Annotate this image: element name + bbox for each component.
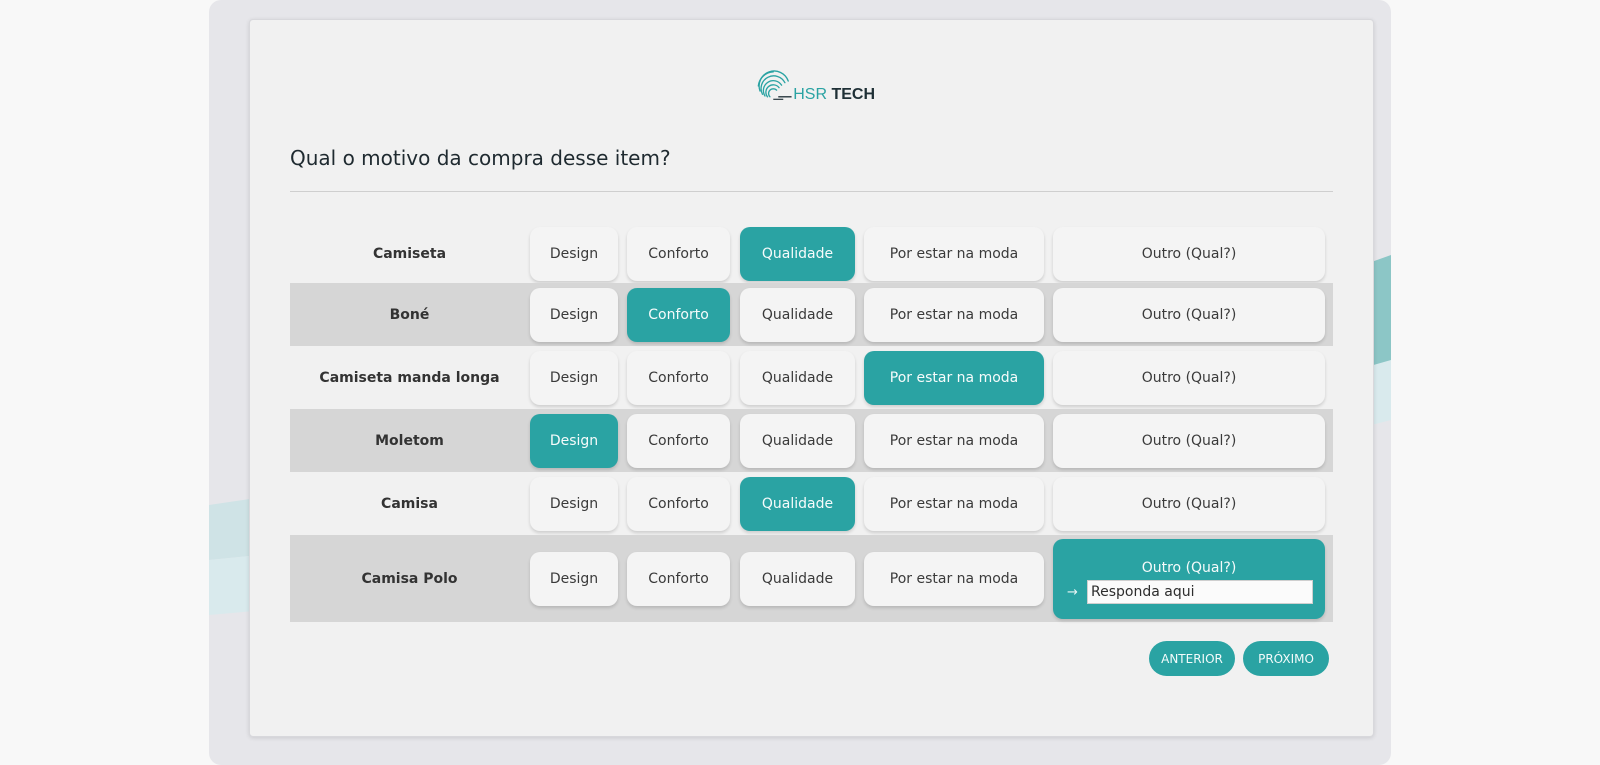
option-design-button[interactable]: Design: [530, 552, 618, 606]
option-moda-button[interactable]: Por estar na moda: [864, 477, 1044, 531]
option-outro-button[interactable]: Outro (Qual?): [1053, 351, 1325, 405]
option-moda-button[interactable]: Por estar na moda: [864, 552, 1044, 606]
row-label: Camiseta: [372, 245, 447, 262]
next-button[interactable]: PRÓXIMO: [1243, 641, 1329, 676]
option-outro-button[interactable]: Outro (Qual?) →: [1053, 539, 1325, 619]
option-conforto-button[interactable]: Conforto: [627, 227, 730, 281]
option-qualidade-button[interactable]: Qualidade: [740, 288, 855, 342]
logo-hsr-text: HSR: [793, 86, 827, 103]
matrix-row: Camisa Design Conforto Qualidade Por estar n…: [290, 472, 1333, 535]
option-label: Outro (Qual?): [1141, 560, 1237, 576]
option-design-button[interactable]: Design: [530, 351, 618, 405]
option-moda-button[interactable]: Por estar na moda: [864, 288, 1044, 342]
matrix-row: Camiseta Design Conforto Qualidade Por estar…: [290, 224, 1333, 283]
option-qualidade-button[interactable]: Qualidade: [740, 351, 855, 405]
logo-tech-text: TECH: [827, 86, 875, 103]
option-moda-button[interactable]: Por estar na moda: [864, 227, 1044, 281]
arrow-right-icon: →: [1067, 584, 1078, 600]
option-design-button[interactable]: Design: [530, 477, 618, 531]
option-qualidade-button[interactable]: Qualidade: [740, 552, 855, 606]
question-title: Qual o motivo da compra desse item?: [290, 146, 671, 170]
option-design-button[interactable]: Design: [530, 227, 618, 281]
option-conforto-button[interactable]: Conforto: [627, 351, 730, 405]
row-label: Camiseta manda longa: [319, 369, 500, 386]
option-conforto-button[interactable]: Conforto: [627, 288, 730, 342]
row-label: Moletom: [375, 432, 444, 449]
logo-wordmark: HSR TECH: [793, 86, 875, 104]
option-design-button[interactable]: Design: [530, 288, 618, 342]
option-outro-button[interactable]: Outro (Qual?): [1053, 414, 1325, 468]
option-moda-button[interactable]: Por estar na moda: [864, 414, 1044, 468]
option-outro-button[interactable]: Outro (Qual?): [1053, 288, 1325, 342]
option-conforto-button[interactable]: Conforto: [627, 414, 730, 468]
option-conforto-button[interactable]: Conforto: [627, 477, 730, 531]
option-qualidade-button[interactable]: Qualidade: [740, 414, 855, 468]
previous-button[interactable]: ANTERIOR: [1149, 641, 1235, 676]
other-answer-input[interactable]: [1087, 580, 1313, 604]
option-design-button[interactable]: Design: [530, 414, 618, 468]
hsr-tech-logo: HSR TECH: [755, 62, 875, 106]
matrix-row: Camisa Polo Design Conforto Qualidade Por es…: [290, 535, 1333, 622]
matrix-row: Boné Design Conforto Qualidade Por estar na …: [290, 283, 1333, 346]
matrix-row: Moletom Design Conforto Qualidade Por estar …: [290, 409, 1333, 472]
title-divider: [290, 191, 1333, 192]
fingerprint-logo-icon: [757, 70, 792, 100]
option-moda-button[interactable]: Por estar na moda: [864, 351, 1044, 405]
option-qualidade-button[interactable]: Qualidade: [740, 477, 855, 531]
survey-card: HSR TECH Qual o motivo da compra desse i…: [249, 19, 1374, 737]
row-label: Boné: [389, 306, 430, 323]
option-outro-button[interactable]: Outro (Qual?): [1053, 227, 1325, 281]
row-label: Camisa: [381, 495, 438, 512]
other-answer-wrapper: →: [1053, 580, 1325, 604]
option-outro-button[interactable]: Outro (Qual?): [1053, 477, 1325, 531]
row-label: Camisa Polo: [361, 570, 458, 587]
option-conforto-button[interactable]: Conforto: [627, 552, 730, 606]
option-qualidade-button[interactable]: Qualidade: [740, 227, 855, 281]
matrix-row: Camiseta manda longa Design Conforto Qualid…: [290, 346, 1333, 409]
choice-matrix: Camiseta Design Conforto Qualidade Por estar…: [290, 224, 1333, 622]
